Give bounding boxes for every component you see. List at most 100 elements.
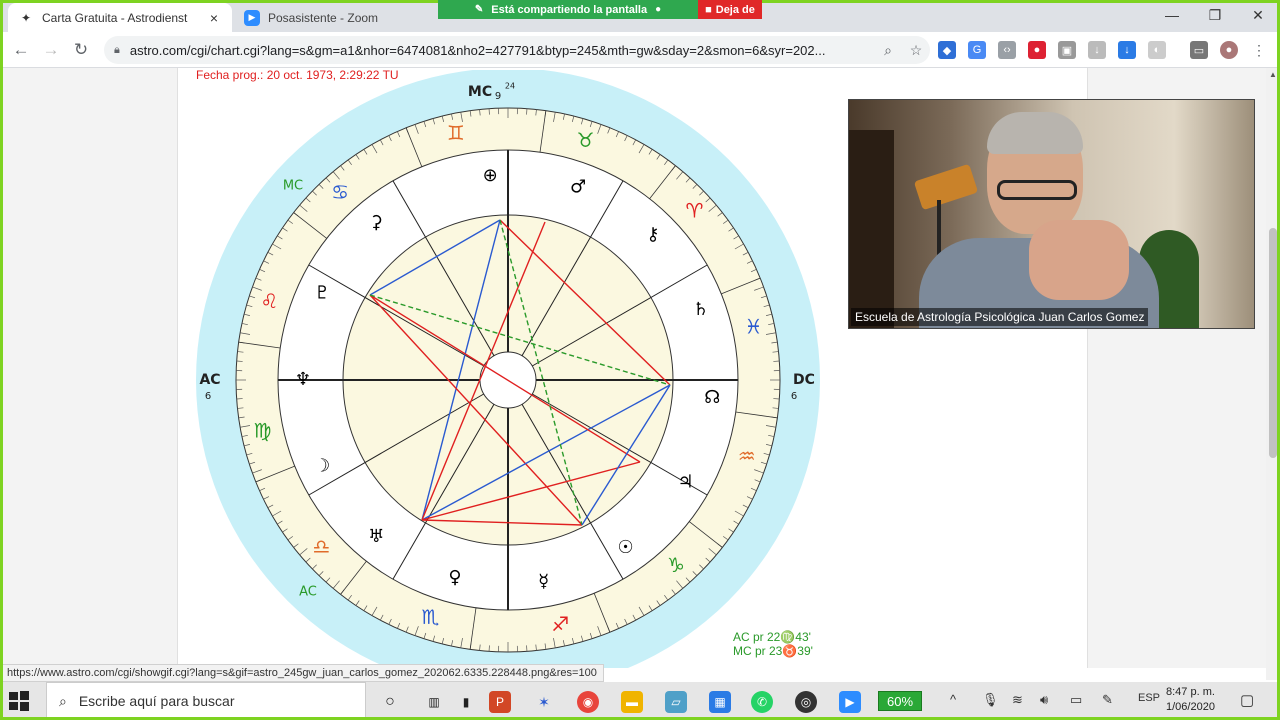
teamviewer-icon[interactable]: ▮ xyxy=(455,691,477,713)
planet-glyph: ☉ xyxy=(618,537,634,558)
url-text[interactable]: astro.com/cgi/chart.cgi?lang=s&gm=a1&nho… xyxy=(130,43,874,58)
volume-icon[interactable]: 🔊︎ xyxy=(1040,692,1048,708)
close-tab-icon[interactable]: × xyxy=(206,10,222,26)
stop-share-button[interactable]: ■ Deja de xyxy=(698,0,762,19)
dc-degree: 6 xyxy=(791,391,797,402)
language-indicator[interactable]: ESP xyxy=(1138,692,1160,704)
ac-progressed: AC pr 22♍43' xyxy=(733,630,811,644)
zodiac-sign-glyph: ♑ xyxy=(667,553,685,577)
planet-glyph: ♆ xyxy=(295,369,311,390)
obs-icon[interactable]: ◎ xyxy=(795,691,817,713)
share-banner: ✎ Está compartiendo la pantalla ● xyxy=(438,0,698,19)
zodiac-sign-glyph: ♏ xyxy=(421,605,439,629)
zodiac-sign-glyph: ♊ xyxy=(447,121,465,145)
minimize-button[interactable]: — xyxy=(1152,4,1192,26)
person-hands xyxy=(1029,220,1129,300)
windows-taskbar: ⌕ Escribe aquí para buscar ○ ▥ P ▮ ✶ ◉ ▬… xyxy=(0,682,1280,720)
page-scrollbar[interactable]: ▲ xyxy=(1266,68,1280,680)
menu-icon[interactable]: ⋮ xyxy=(1250,41,1268,59)
translate-icon[interactable]: G xyxy=(968,41,986,59)
system-clock[interactable]: 8:47 p. m. 1/06/2020 xyxy=(1166,685,1215,715)
extension-puzzle-icon[interactable]: ◐ xyxy=(1148,41,1166,59)
save-icon[interactable]: ↓ xyxy=(1118,41,1136,59)
powerpoint-icon[interactable]: P xyxy=(489,691,511,713)
zodiac-sign-glyph: ♌ xyxy=(260,289,278,313)
stationery-icon[interactable]: ▱ xyxy=(665,691,687,713)
tab-label: Posasistente - Zoom xyxy=(268,10,379,25)
zoom-lens-icon[interactable]: ⌕ xyxy=(874,42,902,59)
mc-label: MC xyxy=(468,84,492,100)
planet-glyph: ⚷ xyxy=(646,224,659,245)
cast-icon[interactable]: ▭ xyxy=(1190,41,1208,59)
avatar[interactable]: ● xyxy=(1220,41,1238,59)
video-door xyxy=(849,130,894,328)
planet-glyph: ♄ xyxy=(693,299,709,320)
clock-date: 1/06/2020 xyxy=(1166,701,1215,713)
pen-icon[interactable]: ✎ xyxy=(1102,692,1113,708)
tab-label: Carta Gratuita - Astrodienst xyxy=(42,10,188,25)
calendar-icon[interactable]: ▦ xyxy=(709,691,731,713)
astrodienst-icon: ✦ xyxy=(20,10,32,25)
file-explorer-icon[interactable]: ▬ xyxy=(621,691,643,713)
lock-icon: 🔒︎ xyxy=(114,43,120,56)
person-glasses xyxy=(997,180,1077,200)
maximize-button[interactable]: ❐ xyxy=(1195,4,1235,26)
wifi-icon[interactable]: ≋ xyxy=(1012,692,1023,708)
screenshot-icon[interactable]: ▣ xyxy=(1058,41,1076,59)
cortana-icon[interactable]: ○ xyxy=(379,691,401,713)
whatsapp-icon[interactable]: ✆ xyxy=(751,691,773,713)
ac-label: AC xyxy=(199,372,220,388)
clock-time: 8:47 p. m. xyxy=(1166,686,1215,698)
extension-icon[interactable]: ◆ xyxy=(938,41,956,59)
bookmark-star-icon[interactable]: ☆ xyxy=(902,42,930,59)
microphone-icon[interactable]: 🎙︎ xyxy=(982,692,999,708)
zodiac-sign-glyph: ♉ xyxy=(577,128,595,152)
zoom-icon[interactable]: ▶ xyxy=(839,691,861,713)
ac-degree: 6 xyxy=(205,391,211,402)
planet-glyph: ☿ xyxy=(538,571,549,592)
progressed-angles: AC pr 22♍43' MC pr 23♉39' xyxy=(733,630,813,658)
battery-indicator[interactable]: 60% xyxy=(878,691,922,711)
search-icon: ⌕ xyxy=(59,692,67,709)
zodiac-sign-glyph: ♒ xyxy=(738,444,756,468)
back-button[interactable]: ← xyxy=(8,38,34,62)
show-hidden-icons[interactable]: ^ xyxy=(950,692,956,707)
zodiac-sign-glyph: ♋ xyxy=(331,180,349,204)
forward-button[interactable]: → xyxy=(38,38,64,62)
dc-label: DC xyxy=(793,372,815,388)
reload-button[interactable]: ↻ xyxy=(68,38,94,62)
shield-icon: ● xyxy=(655,4,662,15)
status-bar-link: https://www.astro.com/cgi/showgif.cgi?la… xyxy=(0,664,604,682)
download-icon[interactable]: ↓ xyxy=(1088,41,1106,59)
mc-progressed: MC pr 23♉39' xyxy=(733,644,813,658)
tab-zoom[interactable]: ▶ Posasistente - Zoom xyxy=(234,3,434,32)
scroll-up-arrow[interactable]: ▲ xyxy=(1266,70,1280,82)
planet-glyph: ♇ xyxy=(314,282,330,303)
astrology-app-icon[interactable]: ✶ xyxy=(533,691,555,713)
notifications-icon[interactable]: ▢ xyxy=(1240,691,1254,709)
tab-astrodienst[interactable]: ✦ Carta Gratuita - Astrodienst × xyxy=(8,3,232,32)
browser-toolbar: ← → ↻ 🔒︎ astro.com/cgi/chart.cgi?lang=s&… xyxy=(0,32,1280,68)
adblock-icon[interactable]: ● xyxy=(1028,41,1046,59)
zoom-icon: ▶ xyxy=(244,9,260,26)
task-view-icon[interactable]: ▥ xyxy=(423,691,445,713)
planet-glyph: ☽ xyxy=(314,456,330,477)
address-bar[interactable]: 🔒︎ astro.com/cgi/chart.cgi?lang=s&gm=a1&… xyxy=(104,36,930,64)
power-icon[interactable]: ▭ xyxy=(1070,692,1082,708)
planet-glyph: ♃ xyxy=(677,472,693,493)
code-icon[interactable]: ‹› xyxy=(998,41,1016,59)
close-window-button[interactable]: ✕ xyxy=(1238,4,1278,26)
stop-icon: ■ xyxy=(705,3,712,16)
taskbar-search[interactable]: ⌕ Escribe aquí para buscar xyxy=(46,682,366,720)
planet-glyph: ♂ xyxy=(570,176,586,197)
search-placeholder: Escribe aquí para buscar xyxy=(78,693,235,709)
zodiac-sign-glyph: ♈ xyxy=(686,199,704,223)
page-left-margin xyxy=(0,68,178,668)
astrology-chart: ♉ ♈ ♓ ♒ ♑ ♐ ♏ ♎ ♍ ♌ ♋ ♊ ⊕ ♂ ⚷ ♄ ☊ ♃ ☉ ☿ ♀ ♅ ☽ ♆ ♇ ⚳ MC 9 24 AC 6 DC 6 MC A… xyxy=(190,68,830,668)
zodiac-sign-glyph: ♓ xyxy=(745,314,763,338)
windows-start-icon[interactable] xyxy=(8,690,30,712)
webcam-video: Escuela de Astrología Psicológica Juan C… xyxy=(848,99,1255,329)
chrome-icon[interactable]: ◉ xyxy=(577,691,599,713)
person-hair xyxy=(987,112,1083,154)
scroll-thumb[interactable] xyxy=(1269,228,1277,458)
